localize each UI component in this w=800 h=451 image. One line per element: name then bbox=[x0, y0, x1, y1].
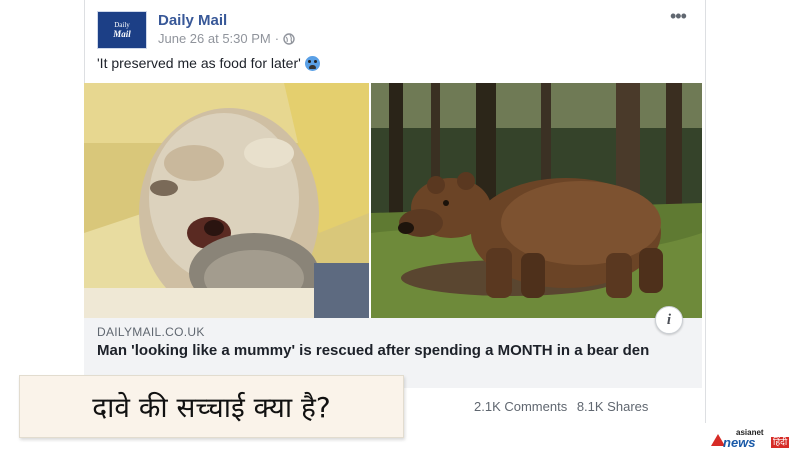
injured-man-photo[interactable] bbox=[84, 83, 369, 318]
info-icon[interactable]: i bbox=[655, 306, 683, 334]
shares-count-link[interactable]: 8.1K Shares bbox=[577, 399, 649, 414]
asianet-news-logo: asianet news हिंदी bbox=[709, 428, 797, 450]
bear-in-forest-photo[interactable] bbox=[371, 83, 702, 318]
logo-badge: हिंदी bbox=[771, 437, 790, 448]
scared-face-emoji-icon bbox=[304, 55, 320, 71]
post-meta: June 26 at 5:30 PM · bbox=[158, 31, 295, 46]
engagement-stats: 2.1K Comments 8.1K Shares bbox=[474, 399, 654, 414]
link-headline[interactable]: Man 'looking like a mummy' is rescued af… bbox=[97, 342, 677, 360]
globe-icon bbox=[283, 32, 295, 45]
avatar-text-line2: Mail bbox=[113, 29, 131, 39]
link-domain: DAILYMAIL.CO.UK bbox=[97, 325, 205, 339]
post-timestamp[interactable]: June 26 at 5:30 PM bbox=[158, 31, 271, 46]
page-avatar[interactable]: Daily Mail bbox=[97, 11, 147, 49]
fact-check-overlay-banner: दावे की सच्चाई क्या है? bbox=[19, 375, 404, 438]
post-caption: 'It preserved me as food for later' bbox=[97, 55, 320, 71]
meta-separator: · bbox=[274, 31, 280, 46]
comments-count-link[interactable]: 2.1K Comments bbox=[474, 399, 567, 414]
logo-line2: news bbox=[723, 435, 756, 450]
page-name-link[interactable]: Daily Mail bbox=[158, 12, 227, 29]
caption-text: 'It preserved me as food for later' bbox=[97, 55, 301, 71]
more-options-button[interactable]: ••• bbox=[670, 6, 687, 27]
